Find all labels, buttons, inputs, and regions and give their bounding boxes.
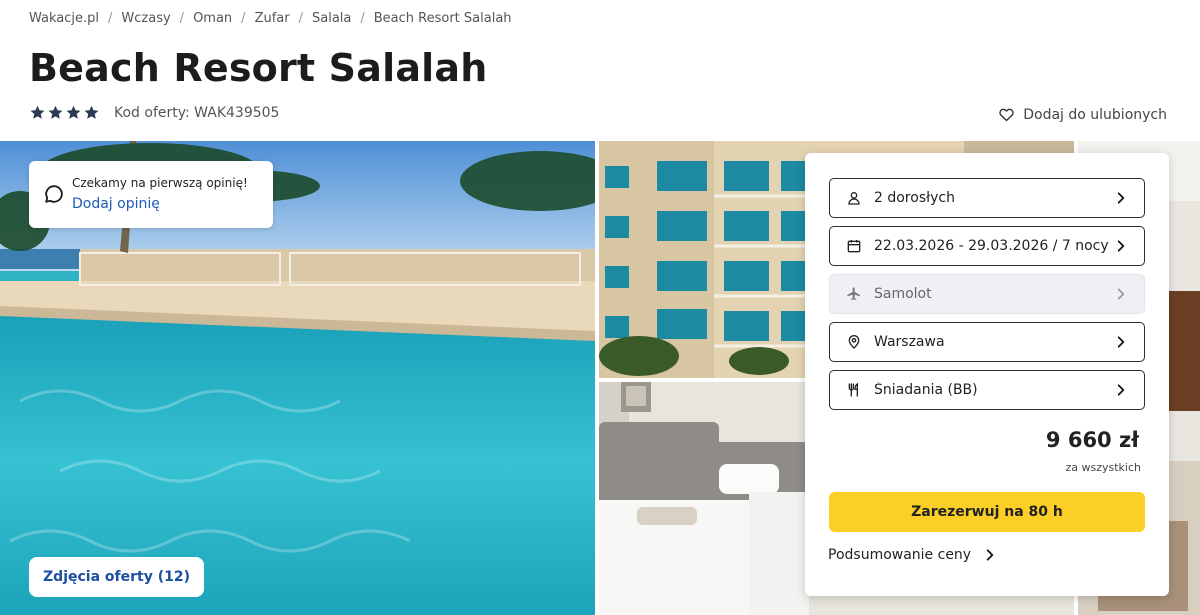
breadcrumb-separator: /: [108, 11, 113, 26]
star-icon: [30, 105, 45, 119]
transport-field: Samolot: [829, 274, 1145, 314]
offer-photos-button[interactable]: Zdjęcia oferty (12): [29, 557, 204, 597]
departure-city-value: Warszawa: [874, 334, 945, 350]
breadcrumb-item-zufar[interactable]: Zufar: [255, 11, 290, 26]
page-title: Beach Resort Salalah: [29, 46, 488, 90]
heart-icon: [999, 108, 1014, 122]
total-price: 9 660 zł: [1045, 428, 1139, 452]
breadcrumb-item-salala[interactable]: Salala: [312, 11, 351, 26]
breadcrumb-separator: /: [179, 11, 185, 26]
dates-value: 22.03.2026 - 29.03.2026 / 7 nocy: [874, 238, 1109, 254]
star-rating: [29, 104, 100, 121]
speech-bubble-icon: [45, 185, 63, 203]
chevron-right-icon: [1117, 336, 1125, 348]
person-icon: [845, 189, 863, 207]
breadcrumb-separator: /: [298, 11, 303, 26]
price-summary-link[interactable]: Podsumowanie ceny: [828, 547, 997, 563]
chevron-right-icon: [1117, 384, 1125, 396]
chevron-right-icon: [1117, 288, 1125, 300]
dates-field[interactable]: 22.03.2026 - 29.03.2026 / 7 nocy: [829, 226, 1145, 266]
price-note: za wszystkich: [1065, 461, 1141, 474]
star-icon: [66, 105, 81, 119]
star-icon: [48, 105, 63, 119]
calendar-icon: [845, 237, 863, 255]
breadcrumb-separator: /: [241, 11, 246, 26]
photo-gallery: Czekamy na pierwszą opinię! Dodaj opinię…: [0, 141, 1200, 615]
price-summary-label: Podsumowanie ceny: [828, 547, 972, 563]
breadcrumb-item-oman[interactable]: Oman: [193, 11, 232, 26]
review-prompt-card: Czekamy na pierwszą opinię! Dodaj opinię: [29, 161, 273, 228]
breadcrumb-item-wczasy[interactable]: Wczasy: [121, 11, 170, 26]
breadcrumb-item-wakacje[interactable]: Wakacje.pl: [29, 11, 99, 26]
add-to-favorites-button[interactable]: Dodaj do ulubionych: [998, 106, 1167, 123]
add-review-link[interactable]: Dodaj opinię: [72, 196, 160, 212]
breadcrumb-item-current: Beach Resort Salalah: [373, 11, 512, 26]
travelers-value: 2 dorosłych: [874, 190, 955, 206]
location-pin-icon: [845, 333, 863, 351]
chevron-right-icon: [986, 549, 994, 561]
chevron-right-icon: [1117, 192, 1125, 204]
offer-code: Kod oferty: WAK439505: [114, 105, 280, 121]
plane-icon: [845, 285, 863, 303]
breadcrumb-separator: /: [360, 11, 365, 26]
reserve-button[interactable]: Zarezerwuj na 80 h: [829, 492, 1145, 532]
breadcrumb: Wakacje.pl / Wczasy / Oman / Zufar / Sal…: [29, 11, 512, 26]
departure-city-field[interactable]: Warszawa: [829, 322, 1145, 362]
chevron-right-icon: [1117, 240, 1125, 252]
main-photo-pool[interactable]: Czekamy na pierwszą opinię! Dodaj opinię…: [0, 141, 595, 615]
board-type-field[interactable]: Śniadania (BB): [829, 370, 1145, 410]
review-prompt-text: Czekamy na pierwszą opinię!: [72, 176, 248, 190]
star-icon: [84, 105, 99, 119]
booking-panel: 2 dorosłych 22.03.2026 - 29.03.2026 / 7 …: [805, 153, 1169, 596]
travelers-field[interactable]: 2 dorosłych: [829, 178, 1145, 218]
board-type-value: Śniadania (BB): [874, 382, 978, 398]
favorites-label: Dodaj do ulubionych: [1023, 106, 1167, 123]
fork-knife-icon: [845, 381, 863, 399]
transport-value: Samolot: [874, 286, 932, 302]
